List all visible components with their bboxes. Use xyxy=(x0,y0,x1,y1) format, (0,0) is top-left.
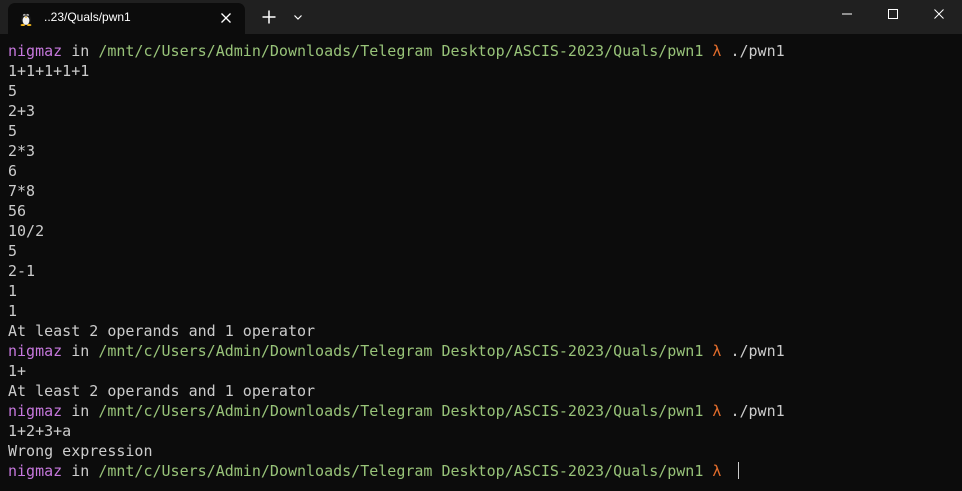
maximize-icon xyxy=(888,9,898,19)
prompt-path: /mnt/c/Users/Admin/Downloads/Telegram De… xyxy=(98,342,704,360)
linux-penguin-icon xyxy=(18,10,34,26)
prompt-line: nigmaz in /mnt/c/Users/Admin/Downloads/T… xyxy=(8,461,785,481)
close-tab-icon[interactable] xyxy=(217,9,235,27)
output-line: 56 xyxy=(8,202,27,220)
prompt-line: nigmaz in /mnt/c/Users/Admin/Downloads/T… xyxy=(8,401,785,421)
prompt-line: nigmaz in /mnt/c/Users/Admin/Downloads/T… xyxy=(8,41,785,61)
prompt-symbol: λ xyxy=(703,342,731,360)
output-line: Wrong expression xyxy=(8,442,153,460)
output-line: At least 2 operands and 1 operator xyxy=(8,382,316,400)
output-line: 5 xyxy=(8,82,18,100)
command-text: ./pwn1 xyxy=(730,342,785,360)
minimize-icon xyxy=(842,13,852,15)
prompt-in: in xyxy=(62,402,99,420)
command-text: ./pwn1 xyxy=(730,402,785,420)
scrollbar[interactable] xyxy=(951,34,962,491)
prompt-path: /mnt/c/Users/Admin/Downloads/Telegram De… xyxy=(98,462,704,480)
output-line: 5 xyxy=(8,242,18,260)
prompt-user: nigmaz xyxy=(8,402,63,420)
prompt-in: in xyxy=(62,342,99,360)
chevron-down-icon[interactable] xyxy=(289,8,307,26)
title-bar: ..23/Quals/pwn1 xyxy=(0,0,962,34)
prompt-user: nigmaz xyxy=(8,462,63,480)
output-line: 7*8 xyxy=(8,182,36,200)
output-line: 2+3 xyxy=(8,102,36,120)
output-line: 6 xyxy=(8,162,18,180)
prompt-in: in xyxy=(62,462,99,480)
output-line: 1+1+1+1+1 xyxy=(8,62,90,80)
prompt-user: nigmaz xyxy=(8,342,63,360)
maximize-button[interactable] xyxy=(870,0,916,30)
terminal-window: ..23/Quals/pwn1 nigmaz in /mnt/c/Users/A… xyxy=(0,0,962,491)
terminal-output[interactable]: nigmaz in /mnt/c/Users/Admin/Downloads/T… xyxy=(0,34,951,491)
prompt-path: /mnt/c/Users/Admin/Downloads/Telegram De… xyxy=(98,42,704,60)
prompt-symbol: λ xyxy=(703,42,731,60)
terminal-lines: nigmaz in /mnt/c/Users/Admin/Downloads/T… xyxy=(8,41,785,481)
prompt-path: /mnt/c/Users/Admin/Downloads/Telegram De… xyxy=(98,402,704,420)
output-line: 1+ xyxy=(8,362,27,380)
new-tab-plus-icon[interactable] xyxy=(259,7,279,27)
output-line: 1 xyxy=(8,282,18,300)
output-line: 1+2+3+a xyxy=(8,422,72,440)
close-icon xyxy=(934,9,944,19)
output-line: 2-1 xyxy=(8,262,36,280)
prompt-line: nigmaz in /mnt/c/Users/Admin/Downloads/T… xyxy=(8,341,785,361)
output-line: 10/2 xyxy=(8,222,45,240)
output-line: 1 xyxy=(8,302,18,320)
output-line: 2*3 xyxy=(8,142,36,160)
tab-title: ..23/Quals/pwn1 xyxy=(44,10,131,24)
minimize-button[interactable] xyxy=(824,0,870,30)
command-text: ./pwn1 xyxy=(730,42,785,60)
prompt-symbol: λ xyxy=(703,462,731,480)
text-cursor xyxy=(738,462,740,479)
prompt-user: nigmaz xyxy=(8,42,63,60)
close-window-button[interactable] xyxy=(916,0,962,30)
prompt-symbol: λ xyxy=(703,402,731,420)
prompt-in: in xyxy=(62,42,99,60)
tab-pwn1[interactable]: ..23/Quals/pwn1 xyxy=(8,3,245,34)
output-line: 5 xyxy=(8,122,18,140)
output-line: At least 2 operands and 1 operator xyxy=(8,322,316,340)
